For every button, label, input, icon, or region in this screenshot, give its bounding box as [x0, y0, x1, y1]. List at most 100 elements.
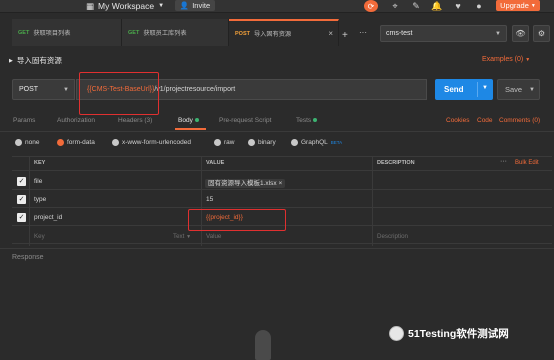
chevron-down-icon: ▼ [63, 86, 69, 93]
send-button[interactable]: Send ▼ [435, 79, 493, 100]
watermark: 51Testing软件测试网 [389, 326, 509, 341]
comments-link[interactable]: Comments (0) [499, 117, 540, 124]
watermark-text: 51Testing软件测试网 [408, 328, 509, 340]
response-title: Response [12, 254, 44, 261]
column-key: KEY [34, 160, 46, 166]
radio-label: raw [224, 139, 235, 146]
workspace-switcher[interactable]: ▦ My Workspace ▼ [86, 0, 164, 12]
radio-circle [214, 139, 221, 146]
wrench-icon[interactable]: ✎ [411, 1, 421, 11]
value-placeholder[interactable]: Value [206, 233, 221, 240]
row-checkbox[interactable]: ✓ [17, 177, 26, 186]
tab-method: POST [235, 30, 250, 37]
chevron-down-icon: ▼ [525, 57, 531, 63]
tab-tests-label: Tests [296, 117, 312, 124]
radio-label: binary [258, 139, 276, 146]
heart-icon[interactable]: ♥ [453, 1, 463, 11]
bulk-edit-link[interactable]: Bulk Edit [515, 160, 539, 166]
type-select[interactable]: Text ▼ [173, 233, 191, 240]
more-icon[interactable]: ··· [500, 158, 507, 165]
top-bar [0, 0, 554, 13]
row-checkbox[interactable]: ✓ [17, 213, 26, 222]
row-checkbox[interactable]: ✓ [17, 195, 26, 204]
tab-headers[interactable]: Headers (3) [118, 117, 152, 124]
divider [0, 131, 554, 132]
tab-prerequest-script[interactable]: Pre-request Script [219, 117, 271, 124]
invite-button[interactable]: 👤 Invite [175, 0, 215, 11]
active-tab-indicator [175, 128, 206, 130]
gear-icon[interactable]: ⚙ [533, 25, 550, 42]
bell-icon[interactable]: 🔔 [431, 1, 442, 11]
radio-circle [248, 139, 255, 146]
radio-raw[interactable]: raw [214, 139, 234, 146]
description-placeholder[interactable]: Description [377, 233, 408, 240]
tab-get-employee-list[interactable]: GET 获取员工库列表 [122, 19, 229, 46]
rocket-illustration [255, 330, 271, 360]
method-select[interactable]: POST ▼ [12, 79, 75, 100]
cookies-link[interactable]: Cookies [446, 117, 469, 124]
radio-graphql[interactable]: GraphQL BETA [291, 139, 342, 146]
radio-label: x-www-form-urlencoded [122, 139, 191, 146]
code-link[interactable]: Code [477, 117, 493, 124]
radio-label: GraphQL [301, 139, 328, 146]
file-name-text: 固有资源导入模板1.xlsx [208, 180, 277, 187]
tab-body[interactable]: Body [178, 117, 199, 124]
file-chip[interactable]: 固有资源导入模板1.xlsx × [205, 177, 286, 188]
tab-get-project-list[interactable]: GET 获取项目列表 [12, 19, 122, 46]
avatar[interactable]: ● [474, 1, 484, 11]
beta-badge: BETA [330, 140, 343, 145]
request-title[interactable]: ▶ 导入固有资源 [9, 55, 62, 66]
tab-method: GET [128, 29, 140, 36]
examples-link[interactable]: Examples (0) ▼ [482, 56, 530, 63]
save-button[interactable]: Save ▼ [497, 79, 540, 100]
environment-select[interactable]: cms-test ▼ [380, 25, 507, 42]
radio-circle [291, 139, 298, 146]
more-icon[interactable]: ··· [359, 28, 367, 37]
tab-prerequest-label: Pre-request Script [219, 117, 272, 124]
request-name: 导入固有资源 [16, 56, 62, 65]
tab-params[interactable]: Params [13, 117, 35, 124]
radio-label: none [25, 139, 40, 146]
divider [0, 248, 554, 249]
tab-method: GET [18, 29, 30, 36]
radio-form-data[interactable]: form-data [57, 139, 95, 146]
caret-right-icon: ▶ [9, 57, 13, 64]
sync-icon[interactable]: ⟳ [364, 0, 378, 12]
eye-icon[interactable]: 👁 [512, 25, 529, 42]
row-value[interactable]: 15 [206, 196, 213, 203]
chevron-down-icon: ▼ [530, 2, 536, 9]
radio-binary[interactable]: binary [248, 139, 276, 146]
status-dot [194, 118, 199, 123]
close-icon[interactable]: × [328, 29, 333, 38]
wechat-logo-icon [389, 326, 404, 341]
method-value: POST [19, 86, 39, 93]
tab-post-import-resource[interactable]: POST 导入固有资源 × [229, 19, 339, 46]
grid-icon: ▦ [86, 0, 95, 11]
row-key[interactable]: file [34, 178, 42, 185]
table-row [12, 190, 552, 208]
tab-label: 获取项目列表 [33, 30, 71, 37]
column-description: DESCRIPTION [377, 160, 415, 166]
tab-authorization[interactable]: Authorization [57, 117, 95, 124]
save-label: Save [505, 85, 523, 94]
tab-tests[interactable]: Tests [296, 117, 318, 124]
chevron-down-icon: ▼ [186, 234, 192, 240]
chevron-down-icon: ▼ [495, 30, 501, 37]
table-header [12, 156, 552, 171]
upgrade-button[interactable]: Upgrade ▼ [496, 0, 540, 11]
row-key[interactable]: type [34, 196, 46, 203]
satellite-icon[interactable]: ⌖ [390, 1, 400, 11]
chevron-down-icon[interactable]: ▼ [482, 85, 488, 91]
radio-urlencoded[interactable]: x-www-form-urlencoded [112, 139, 191, 146]
environment-value: cms-test [386, 30, 413, 37]
close-icon[interactable]: × [278, 180, 282, 187]
table-row-empty [12, 226, 552, 244]
row-key[interactable]: project_id [34, 214, 62, 221]
upgrade-label: Upgrade [500, 1, 529, 10]
workspace-name: My Workspace [98, 1, 155, 11]
tab-label: 获取员工库列表 [143, 30, 187, 37]
add-tab-button[interactable]: + [342, 30, 348, 41]
radio-none[interactable]: none [15, 139, 39, 146]
key-placeholder[interactable]: Key [34, 233, 45, 240]
invite-label: Invite [192, 1, 211, 10]
